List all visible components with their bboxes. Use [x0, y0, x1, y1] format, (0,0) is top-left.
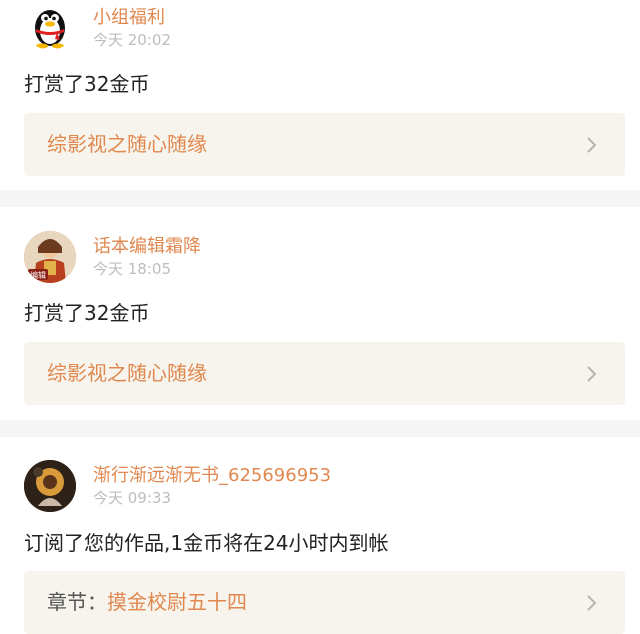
avatar-badge: 编辑: [30, 270, 46, 280]
work-title: 综影视之随心随缘: [47, 361, 207, 385]
chevron-right-icon: [587, 366, 597, 382]
notification-card: 编辑 话本编辑霜降 今天 18:05 打赏了32金币 综影视之随心随缘: [0, 207, 640, 420]
notification-card: 小组福利 今天 20:02 打赏了32金币 综影视之随心随缘: [0, 0, 640, 190]
avatar[interactable]: 编辑: [24, 231, 76, 283]
notification-message: 打赏了32金币: [24, 72, 150, 96]
editor-avatar-photo: 编辑: [24, 231, 76, 283]
chevron-right-icon: [587, 595, 597, 611]
chevron-right-icon: [587, 137, 597, 153]
timestamp: 今天 18:05: [93, 260, 171, 278]
notification-message: 打赏了32金币: [24, 301, 150, 325]
separator: [0, 190, 640, 207]
work-title: 综影视之随心随缘: [47, 132, 207, 156]
timestamp: 今天 09:33: [93, 489, 171, 507]
author-name[interactable]: 话本编辑霜降: [93, 236, 201, 258]
work-link-label: 综影视之随心随缘: [47, 360, 207, 386]
avatar[interactable]: [24, 460, 76, 512]
author-name[interactable]: 小组福利: [93, 7, 165, 29]
work-link-label: 综影视之随心随缘: [47, 131, 207, 157]
author-name[interactable]: 渐行渐远渐无书_625696953: [93, 465, 331, 487]
chapter-title: 摸金校尉五十四: [107, 590, 247, 614]
notification-message: 订阅了您的作品,1金币将在24小时内到帐: [24, 531, 389, 555]
avatar[interactable]: [24, 0, 76, 50]
chapter-link-label: 章节：摸金校尉五十四: [47, 589, 247, 615]
link-prefix: 章节：: [47, 590, 107, 614]
work-link[interactable]: 综影视之随心随缘: [24, 342, 625, 405]
notification-card: 渐行渐远渐无书_625696953 今天 09:33 订阅了您的作品,1金币将在…: [0, 437, 640, 634]
chapter-link[interactable]: 章节：摸金校尉五十四: [24, 571, 625, 634]
sunflower-avatar-photo: [24, 460, 76, 512]
work-link[interactable]: 综影视之随心随缘: [24, 113, 625, 176]
qq-penguin-icon: [35, 10, 65, 49]
timestamp: 今天 20:02: [93, 31, 171, 49]
separator: [0, 420, 640, 437]
